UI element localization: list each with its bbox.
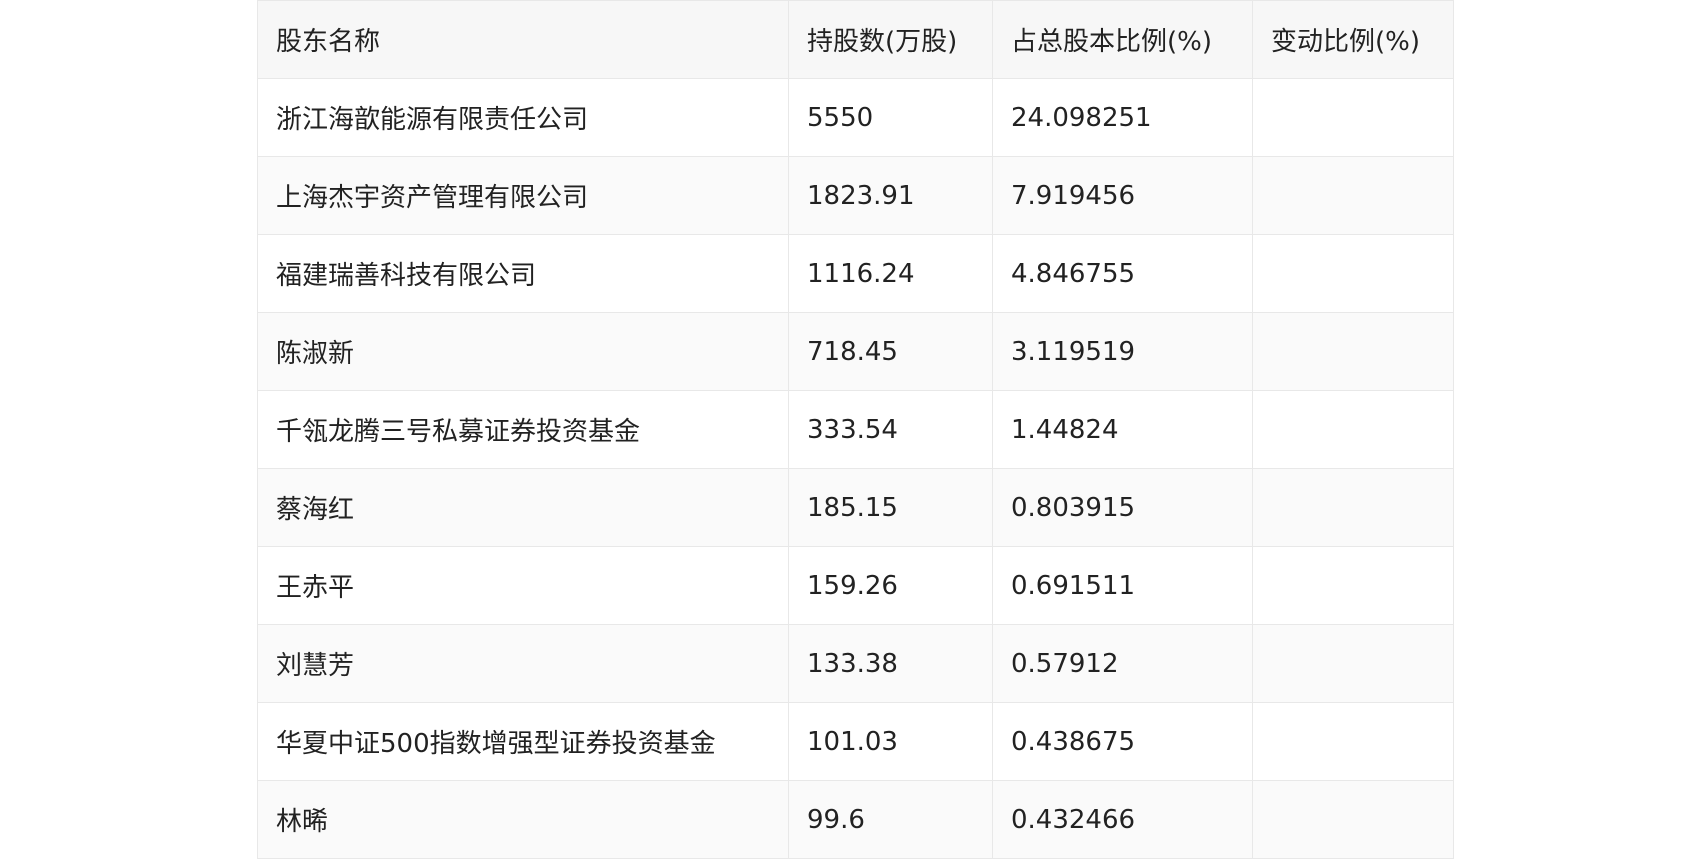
shareholder-table-container: 股东名称 持股数(万股) 占总股本比例(%) 变动比例(%) 浙江海歆能源有限责… (257, 0, 1454, 859)
cell-change-ratio (1252, 780, 1454, 859)
header-row: 股东名称 持股数(万股) 占总股本比例(%) 变动比例(%) (257, 0, 1454, 79)
cell-shares-held: 333.54 (788, 390, 993, 469)
cell-share-ratio: 0.803915 (992, 468, 1253, 547)
table-row: 华夏中证500指数增强型证券投资基金 101.03 0.438675 (257, 702, 1454, 781)
table-row: 王赤平 159.26 0.691511 (257, 546, 1454, 625)
cell-share-ratio: 24.098251 (992, 78, 1253, 157)
cell-share-ratio: 1.44824 (992, 390, 1253, 469)
cell-shares-held: 99.6 (788, 780, 993, 859)
cell-share-ratio: 0.438675 (992, 702, 1253, 781)
cell-share-ratio: 0.691511 (992, 546, 1253, 625)
cell-change-ratio (1252, 468, 1454, 547)
cell-change-ratio (1252, 624, 1454, 703)
table-row: 上海杰宇资产管理有限公司 1823.91 7.919456 (257, 156, 1454, 235)
table-row: 千瓴龙腾三号私募证券投资基金 333.54 1.44824 (257, 390, 1454, 469)
table-row: 林晞 99.6 0.432466 (257, 780, 1454, 859)
cell-shares-held: 159.26 (788, 546, 993, 625)
header-change-ratio: 变动比例(%) (1252, 0, 1454, 79)
cell-shares-held: 5550 (788, 78, 993, 157)
table-header: 股东名称 持股数(万股) 占总股本比例(%) 变动比例(%) (257, 0, 1454, 79)
cell-change-ratio (1252, 156, 1454, 235)
cell-shareholder-name: 陈淑新 (257, 312, 789, 391)
table-row: 陈淑新 718.45 3.119519 (257, 312, 1454, 391)
table-row: 浙江海歆能源有限责任公司 5550 24.098251 (257, 78, 1454, 157)
cell-change-ratio (1252, 312, 1454, 391)
cell-share-ratio: 0.432466 (992, 780, 1253, 859)
cell-shareholder-name: 福建瑞善科技有限公司 (257, 234, 789, 313)
cell-shares-held: 718.45 (788, 312, 993, 391)
cell-shares-held: 101.03 (788, 702, 993, 781)
cell-shares-held: 1116.24 (788, 234, 993, 313)
cell-share-ratio: 7.919456 (992, 156, 1253, 235)
cell-shares-held: 133.38 (788, 624, 993, 703)
cell-share-ratio: 4.846755 (992, 234, 1253, 313)
table-row: 福建瑞善科技有限公司 1116.24 4.846755 (257, 234, 1454, 313)
header-shares-held: 持股数(万股) (788, 0, 993, 79)
cell-share-ratio: 0.57912 (992, 624, 1253, 703)
cell-shareholder-name: 华夏中证500指数增强型证券投资基金 (257, 702, 789, 781)
cell-share-ratio: 3.119519 (992, 312, 1253, 391)
cell-change-ratio (1252, 546, 1454, 625)
cell-shareholder-name: 林晞 (257, 780, 789, 859)
header-share-ratio: 占总股本比例(%) (992, 0, 1253, 79)
cell-shareholder-name: 刘慧芳 (257, 624, 789, 703)
cell-shares-held: 1823.91 (788, 156, 993, 235)
cell-shareholder-name: 蔡海红 (257, 468, 789, 547)
table-row: 刘慧芳 133.38 0.57912 (257, 624, 1454, 703)
cell-shares-held: 185.15 (788, 468, 993, 547)
cell-shareholder-name: 千瓴龙腾三号私募证券投资基金 (257, 390, 789, 469)
cell-shareholder-name: 王赤平 (257, 546, 789, 625)
cell-change-ratio (1252, 234, 1454, 313)
table-row: 蔡海红 185.15 0.803915 (257, 468, 1454, 547)
cell-change-ratio (1252, 390, 1454, 469)
shareholder-table: 股东名称 持股数(万股) 占总股本比例(%) 变动比例(%) 浙江海歆能源有限责… (257, 0, 1454, 859)
cell-shareholder-name: 浙江海歆能源有限责任公司 (257, 78, 789, 157)
cell-shareholder-name: 上海杰宇资产管理有限公司 (257, 156, 789, 235)
cell-change-ratio (1252, 702, 1454, 781)
cell-change-ratio (1252, 78, 1454, 157)
table-body: 浙江海歆能源有限责任公司 5550 24.098251 上海杰宇资产管理有限公司… (257, 78, 1454, 859)
header-shareholder-name: 股东名称 (257, 0, 789, 79)
